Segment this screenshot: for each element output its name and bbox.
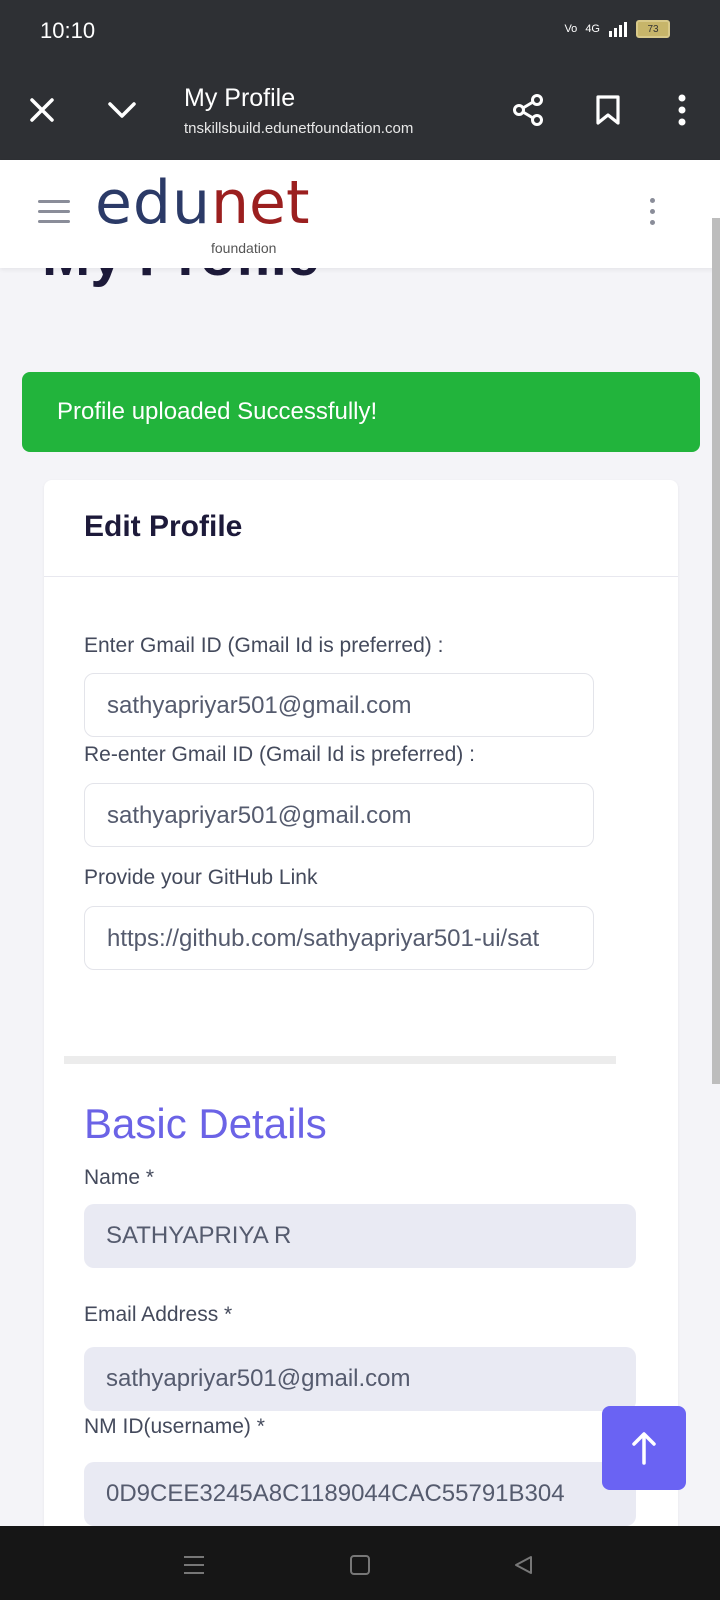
- recents-icon[interactable]: [179, 1550, 209, 1580]
- site-more-icon[interactable]: [650, 198, 658, 231]
- edit-profile-title: Edit Profile: [84, 510, 243, 543]
- browser-toolbar: My Profile tnskillsbuild.edunetfoundatio…: [0, 62, 720, 160]
- page-scrollbar[interactable]: [712, 218, 720, 1084]
- status-bar: 10:10 Vo 4G 73: [0, 0, 720, 62]
- share-icon[interactable]: [508, 90, 548, 130]
- network-type-label: 4G: [585, 23, 600, 35]
- chevron-down-icon[interactable]: [102, 90, 142, 130]
- back-icon[interactable]: [508, 1550, 538, 1580]
- battery-icon: 73: [636, 20, 670, 38]
- signal-icon: [609, 22, 627, 37]
- basic-details-title: Basic Details: [84, 1100, 327, 1147]
- section-divider: [64, 1056, 616, 1064]
- email-field[interactable]: sathyapriyar501@gmail.com: [84, 1347, 636, 1411]
- github-label: Provide your GitHub Link: [84, 866, 318, 889]
- regmail-input[interactable]: sathyapriyar501@gmail.com: [84, 783, 594, 847]
- nmid-field[interactable]: 0D9CEE3245A8C1189044CAC55791B304: [84, 1462, 636, 1526]
- more-options-icon[interactable]: [662, 90, 702, 130]
- arrow-up-icon: [632, 1432, 656, 1465]
- name-label: Name *: [84, 1166, 155, 1189]
- system-nav-bar: [0, 1526, 720, 1600]
- gmail-label: Enter Gmail ID (Gmail Id is preferred) :: [84, 634, 444, 657]
- browser-url[interactable]: tnskillsbuild.edunetfoundation.com: [184, 120, 413, 137]
- browser-page-title: My Profile: [184, 84, 296, 112]
- volte-icon: Vo: [564, 23, 578, 35]
- bookmark-icon[interactable]: [588, 90, 628, 130]
- scroll-to-top-button[interactable]: [602, 1406, 686, 1490]
- status-icons: Vo 4G 73: [564, 20, 670, 38]
- name-field[interactable]: SATHYAPRIYA R: [84, 1204, 636, 1268]
- site-header: edunet foundation: [0, 160, 720, 268]
- hamburger-menu-icon[interactable]: [38, 200, 70, 226]
- github-input[interactable]: https://github.com/sathyapriyar501-ui/sa…: [84, 906, 594, 970]
- edunet-logo[interactable]: edunet foundation: [95, 168, 310, 256]
- status-time: 10:10: [40, 18, 96, 43]
- edit-profile-card: Edit Profile Enter Gmail ID (Gmail Id is…: [44, 480, 678, 1560]
- success-alert: Profile uploaded Successfully!: [22, 372, 700, 452]
- email-label: Email Address *: [84, 1303, 233, 1326]
- gmail-input[interactable]: sathyapriyar501@gmail.com: [84, 673, 594, 737]
- regmail-label: Re-enter Gmail ID (Gmail Id is preferred…: [84, 743, 475, 766]
- close-icon[interactable]: [22, 90, 62, 130]
- home-icon[interactable]: [345, 1550, 375, 1580]
- nmid-label: NM ID(username) *: [84, 1415, 265, 1438]
